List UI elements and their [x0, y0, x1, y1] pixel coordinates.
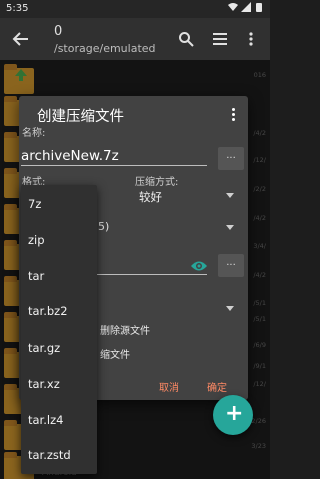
signal-icon [241, 2, 251, 12]
delete-source-checkbox-label[interactable]: 删除源文件 [100, 322, 150, 337]
search-icon[interactable] [178, 31, 194, 47]
back-arrow-icon[interactable] [12, 30, 30, 48]
plus-icon: + [225, 401, 244, 426]
compression-level-partial[interactable]: 5) [98, 220, 109, 233]
format-option-zip[interactable]: zip [28, 233, 45, 247]
chevron-down-icon[interactable] [226, 306, 234, 311]
compression-method-select[interactable]: 较好 [139, 189, 162, 205]
format-option-tar[interactable]: tar [28, 269, 44, 283]
password-options-button[interactable]: ... [218, 254, 244, 277]
list-view-icon[interactable] [212, 31, 228, 47]
compression-method-label: 压缩方式: [135, 177, 179, 188]
battery-icon [256, 3, 262, 12]
ok-button[interactable]: 确定 [207, 379, 227, 394]
format-dropdown-menu: 7z zip tar tar.bz2 tar.gz tar.xz tar.lz4… [21, 185, 97, 474]
more-vert-icon[interactable] [243, 31, 259, 47]
cancel-button[interactable]: 取消 [159, 379, 179, 394]
format-option-tar-bz2[interactable]: tar.bz2 [28, 304, 68, 318]
archive-name-value[interactable]: archiveNew.7z [21, 148, 119, 164]
format-option-tar-zstd[interactable]: tar.zstd [28, 448, 71, 462]
chevron-down-icon[interactable] [226, 193, 234, 198]
selection-count: 0 [54, 24, 63, 39]
dialog-title: 创建压缩文件 [37, 109, 124, 125]
app-bar: 0 /storage/emulated [0, 18, 270, 60]
format-option-7z[interactable]: 7z [28, 197, 41, 211]
format-option-tar-gz[interactable]: tar.gz [28, 341, 60, 355]
format-option-tar-lz4[interactable]: tar.lz4 [28, 413, 63, 427]
add-fab-button[interactable]: + [213, 395, 253, 435]
format-option-tar-xz[interactable]: tar.xz [28, 377, 60, 391]
name-label: 名称: [22, 128, 46, 139]
status-bar: 5:35 [0, 0, 270, 18]
wifi-icon [228, 3, 238, 11]
current-path: /storage/emulated [54, 42, 156, 55]
compress-each-checkbox-label[interactable]: 缩文件 [100, 346, 130, 361]
dialog-more-icon[interactable] [232, 108, 236, 122]
status-icons [228, 2, 264, 12]
status-time: 5:35 [6, 3, 29, 14]
eye-icon[interactable] [190, 259, 208, 273]
browse-button[interactable]: ... [218, 147, 244, 170]
chevron-down-icon[interactable] [226, 225, 234, 230]
